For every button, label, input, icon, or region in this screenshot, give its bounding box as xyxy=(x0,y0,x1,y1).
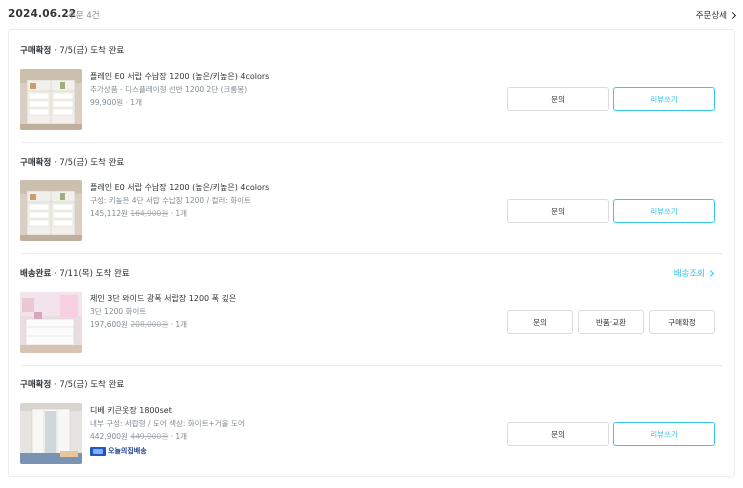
quantity: · 1개 xyxy=(168,209,188,218)
write-review-button[interactable]: 리뷰쓰기 xyxy=(613,87,715,111)
track-delivery-label: 배송조회 xyxy=(673,269,705,279)
status-label: 구매확정 xyxy=(20,46,52,56)
product-thumbnail[interactable] xyxy=(20,403,82,464)
product-price: 145,112원 164,900원 · 1개 xyxy=(90,207,390,220)
product-thumbnail[interactable] xyxy=(20,69,82,130)
quantity: · 1개 xyxy=(168,432,188,441)
product-price: 442,900원 449,900원 · 1개 xyxy=(90,430,390,443)
quantity: · 1개 xyxy=(168,320,188,329)
product-price: 197,600원 208,000원 · 1개 xyxy=(90,318,390,331)
inquiry-button[interactable]: 문의 xyxy=(507,199,609,223)
product-option: 3단 1200 화이트 xyxy=(90,307,147,316)
product-info: 제인 3단 와이드 광폭 서랍장 1200 폭 깊은 3단 1200 화이트 1… xyxy=(90,292,390,331)
original-price: 164,900원 xyxy=(130,209,169,218)
divider xyxy=(21,365,722,366)
product-thumbnail[interactable] xyxy=(20,180,82,241)
price-value: 197,600원 xyxy=(90,320,128,329)
inquiry-button[interactable]: 문의 xyxy=(507,310,573,334)
product-thumbnail[interactable] xyxy=(20,292,82,353)
write-review-button[interactable]: 리뷰쓰기 xyxy=(613,422,715,446)
product-name[interactable]: 플레인 E0 서랍 수납장 1200 (높은/키높은) 4colors xyxy=(90,181,390,194)
delivery-status: 구매확정 · 7/5(금) 도착 완료 xyxy=(20,378,124,390)
track-delivery-link[interactable]: 배송조회 xyxy=(673,267,715,279)
status-label: 배송완료 xyxy=(20,269,52,279)
delivery-badge: 오늘의집배송 xyxy=(90,446,147,456)
product-name[interactable]: 제인 3단 와이드 광폭 서랍장 1200 폭 깊은 xyxy=(90,292,390,305)
product-name[interactable]: 플레인 E0 서랍 수납장 1200 (높은/키높은) 4colors xyxy=(90,70,390,83)
product-option: 내부 구성: 서랍형 / 도어 색상: 화이트+거울 도어 xyxy=(90,419,245,428)
status-date: · 7/5(금) 도착 완료 xyxy=(51,46,125,56)
order-header: 2024.06.22 주문 4건 주문상세 xyxy=(8,0,737,29)
inquiry-button[interactable]: 문의 xyxy=(507,87,609,111)
order-date: 2024.06.22 xyxy=(8,8,77,20)
status-date: · 7/5(금) 도착 완료 xyxy=(51,380,125,390)
truck-icon xyxy=(90,446,106,456)
status-date: · 7/11(목) 도착 완료 xyxy=(51,269,130,279)
product-option: 구성: 키높은 4단 서랍 수납장 1200 / 컬러: 화이트 xyxy=(90,196,251,205)
return-exchange-button[interactable]: 반품·교환 xyxy=(578,310,644,334)
price-value: 442,900원 xyxy=(90,432,128,441)
status-label: 구매확정 xyxy=(20,380,52,390)
order-detail-label: 주문상세 xyxy=(695,11,727,21)
confirm-purchase-button[interactable]: 구매확정 xyxy=(649,310,715,334)
product-name[interactable]: 디베 키큰옷장 1800set xyxy=(90,404,390,417)
price-value: 99,900원 xyxy=(90,98,124,107)
original-price: 449,900원 xyxy=(130,432,169,441)
order-detail-link[interactable]: 주문상세 xyxy=(695,9,737,21)
chevron-right-icon xyxy=(728,11,737,19)
price-value: 145,112원 xyxy=(90,209,128,218)
product-price: 99,900원 · 1개 xyxy=(90,96,390,109)
delivery-status: 배송완료 · 7/11(목) 도착 완료 xyxy=(20,267,130,279)
write-review-button[interactable]: 리뷰쓰기 xyxy=(613,199,715,223)
product-option: 추가상품 - 디스플레이형 선반 1200 2단 (크롬봉) xyxy=(90,85,248,94)
quantity: · 1개 xyxy=(123,98,142,107)
status-date: · 7/5(금) 도착 완료 xyxy=(51,158,125,168)
product-info: 디베 키큰옷장 1800set 내부 구성: 서랍형 / 도어 색상: 화이트+… xyxy=(90,404,390,443)
inquiry-button[interactable]: 문의 xyxy=(507,422,609,446)
order-count: 주문 4건 xyxy=(68,11,100,21)
order-card: 구매확정 · 7/5(금) 도착 완료 플레인 E0 서랍 수납장 1200 (… xyxy=(8,29,735,477)
delivery-status: 구매확정 · 7/5(금) 도착 완료 xyxy=(20,156,124,168)
status-label: 구매확정 xyxy=(20,158,52,168)
chevron-right-icon xyxy=(706,269,715,277)
divider xyxy=(21,253,722,254)
original-price: 208,000원 xyxy=(130,320,169,329)
delivery-badge-label: 오늘의집배송 xyxy=(108,447,147,455)
product-info: 플레인 E0 서랍 수납장 1200 (높은/키높은) 4colors 추가상품… xyxy=(90,70,390,109)
divider xyxy=(21,142,722,143)
product-info: 플레인 E0 서랍 수납장 1200 (높은/키높은) 4colors 구성: … xyxy=(90,181,390,220)
delivery-status: 구매확정 · 7/5(금) 도착 완료 xyxy=(20,44,124,56)
